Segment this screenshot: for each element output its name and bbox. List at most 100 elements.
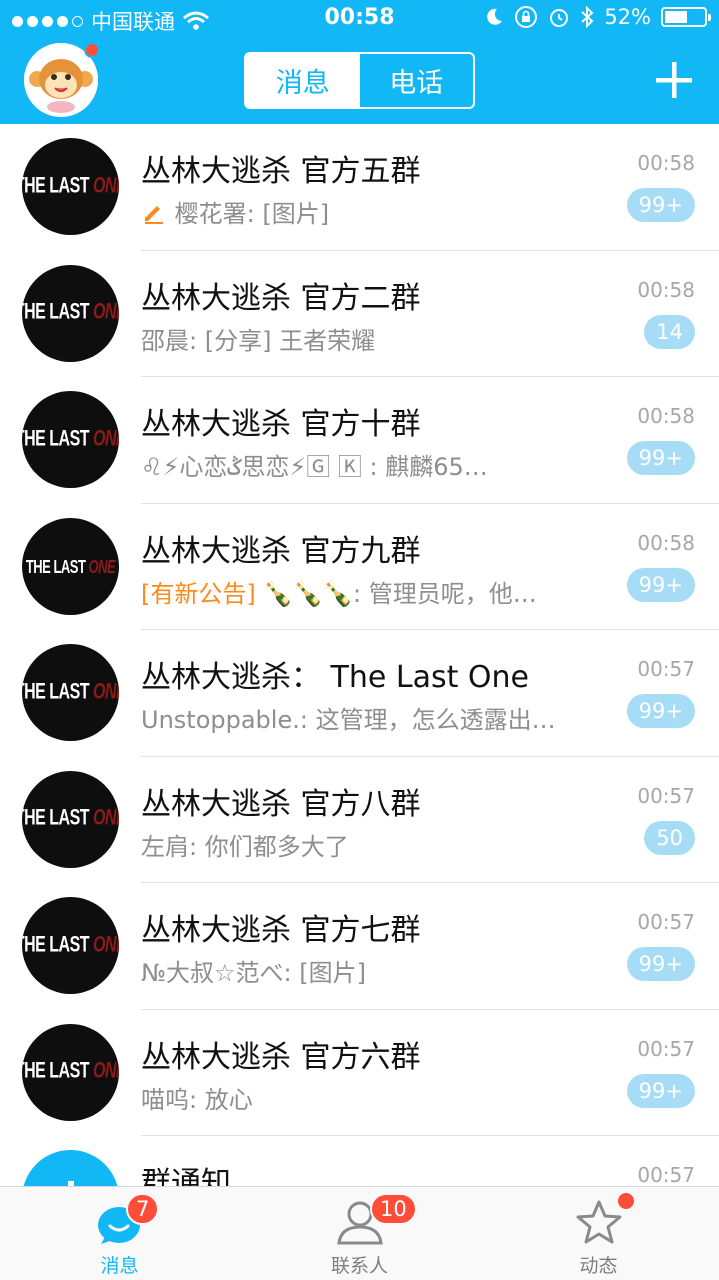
unread-badge: 99+ [626,694,695,728]
conversation-title: 丛林大逃杀 官方十群 [141,407,421,442]
unread-badge: 99+ [626,188,695,222]
conversation-row[interactable]: THE LAST ONE 丛林大逃杀： The Last One Unstopp… [0,630,719,757]
conversation-row[interactable]: THE LAST ONE 丛林大逃杀 官方六群 喵呜: 放心 00:57 99+ [0,1010,719,1136]
group-avatar: THE LAST ONE [22,517,119,615]
feed-new-dot [618,1193,634,1209]
conversation-preview: Unstoppable.: 这管理，怎么透露出… [141,706,556,734]
preview-sender: 左肩 [141,832,189,861]
group-avatar: THE LAST ONE [22,264,119,362]
plus-icon[interactable] [652,58,696,102]
unread-badge: 50 [644,820,695,855]
unread-badge: 99+ [626,567,695,602]
alarm-icon [550,9,569,27]
unread-badge: 99+ [626,1073,695,1108]
pencil-icon [145,206,163,224]
unread-dot [84,42,100,58]
preview-text: 麒麟65… [385,453,488,481]
conversation-preview: 樱花署: [图片] [141,194,611,229]
tab-messages[interactable]: 消息 [246,54,360,107]
conversation-time: 00:58 [637,404,695,428]
conversation-preview: 左肩: 你们都多大了 [141,832,349,861]
group-avatar: THE LAST ONE [22,391,119,488]
conversation-row[interactable]: THE LAST ONE 丛林大逃杀 官方七群 №大叔☆范べ: [图片] 00:… [0,883,719,1010]
conversation-row[interactable]: THE LAST ONE 丛林大逃杀 官方五群 樱花署: [图片] 00:58 … [0,124,719,251]
my-avatar[interactable] [24,42,100,117]
conversation-preview: 邵晨: [分享] 王者荣耀 [141,326,376,355]
preview-text: [分享] 王者荣耀 [204,326,376,355]
moon-icon [487,8,503,25]
group-avatar: THE LAST ONE [22,1023,119,1121]
conversation-row[interactable]: THE LAST ONE 丛林大逃杀 官方九群 [有新公告] 🍾🍾🍾: 管理员呢… [0,504,719,630]
conversation-title: 丛林大逃杀 官方六群 [141,1039,421,1075]
preview-sender: №大叔☆范べ [141,959,284,987]
tab-label: 消息 [100,1255,139,1277]
status-right: 52% [484,5,711,29]
conversation-title: 丛林大逃杀 官方九群 [141,533,421,569]
preview-text: 这管理，怎么透露出… [315,706,556,734]
conversation-preview: 喵呜: 放心 [141,1085,253,1114]
conversation-title: 丛林大逃杀 官方二群 [141,280,421,316]
group-avatar: THE LAST ONE [22,644,119,741]
group-notice-avatar [22,1150,119,1186]
preview-sender: 邵晨 [141,326,189,355]
bottom-tab-bar: 7 消息 10 联系人 动态 [0,1186,719,1280]
conversation-row[interactable]: THE LAST ONE 丛林大逃杀 官方八群 左肩: 你们都多大了 00:57… [0,757,719,883]
preview-text: [图片] [262,200,330,228]
conversation-title: 群通知 [141,1166,231,1186]
conversation-list: THE LAST ONE 丛林大逃杀 官方五群 樱花署: [图片] 00:58 … [0,124,719,1186]
conversation-title: 丛林大逃杀： The Last One [141,660,529,695]
avatar-logo: THE LAST ONE [22,1059,119,1084]
conversation-time: 00:58 [637,151,695,175]
tab-label: 动态 [579,1255,618,1277]
preview-sender: Unstoppable. [141,706,300,734]
contacts-count-badge: 10 [370,1193,417,1225]
bluetooth-icon [581,5,594,29]
notification-icon [67,1180,74,1186]
tab-label: 联系人 [330,1255,388,1277]
avatar-logo: THE LAST ONE [22,300,119,325]
conversation-time: 00:57 [637,657,695,681]
segmented-control: 消息 电话 [244,52,475,109]
avatar-logo: THE LAST ONE [22,679,119,704]
preview-text: 放心 [204,1085,253,1114]
preview-sender: 🍾🍾🍾 [263,579,354,608]
tab-contacts-bottom[interactable]: 10 联系人 [240,1187,479,1280]
group-avatar: THE LAST ONE [22,897,119,994]
conversation-preview: ♌⚡心恋ݣ思恋⚡🄶 🄺 : 麒麟65… [141,453,488,481]
conversation-title: 丛林大逃杀 官方八群 [141,786,421,822]
conversation-time: 00:57 [637,1036,695,1061]
tab-feed-bottom[interactable]: 动态 [479,1187,718,1280]
avatar-logo: THE LAST ONE [22,806,119,831]
preview-text: 你们都多大了 [204,832,349,861]
conversation-preview: [有新公告] 🍾🍾🍾: 管理员呢，他… [141,579,537,608]
avatar-logo: THE LAST ONE [22,426,119,451]
group-avatar: THE LAST ONE [22,770,119,868]
unread-badge: 99+ [626,441,695,475]
battery-percent: 52% [604,5,651,29]
rotation-lock-icon [515,6,538,28]
announcement-tag: [有新公告] [141,579,256,608]
conversation-preview: №大叔☆范べ: [图片] [141,959,366,987]
tab-messages-bottom[interactable]: 7 消息 [0,1187,239,1280]
star-icon [576,1200,621,1244]
preview-sender: 喵呜 [141,1085,189,1114]
conversation-title: 丛林大逃杀 官方五群 [141,154,421,189]
group-avatar: THE LAST ONE [22,138,119,235]
conversation-row-group-notice[interactable]: 群通知 00:57 [0,1136,719,1186]
conversation-title: 丛林大逃杀 官方七群 [141,913,421,948]
preview-sender: ♌⚡心恋ݣ思恋⚡🄶 🄺 [141,453,370,481]
conversation-time: 00:57 [637,783,695,808]
conversation-time: 00:58 [637,530,695,555]
unread-badge: 14 [644,314,695,349]
conversation-time: 00:58 [637,277,695,302]
preview-sender: 樱花署 [174,200,247,228]
battery-icon [661,7,711,27]
conversation-row[interactable]: THE LAST ONE 丛林大逃杀 官方二群 邵晨: [分享] 王者荣耀 00… [0,251,719,377]
tab-calls[interactable]: 电话 [360,54,474,107]
messages-count-badge: 7 [126,1193,160,1225]
top-header: 中国联通 00:58 52% 消息 电话 [0,0,719,124]
avatar-logo: THE LAST ONE [22,173,119,198]
preview-text: [图片] [299,959,366,987]
status-bar: 中国联通 00:58 52% [0,0,719,40]
conversation-row[interactable]: THE LAST ONE 丛林大逃杀 官方十群 ♌⚡心恋ݣ思恋⚡🄶 🄺 : 麒麟… [0,377,719,504]
